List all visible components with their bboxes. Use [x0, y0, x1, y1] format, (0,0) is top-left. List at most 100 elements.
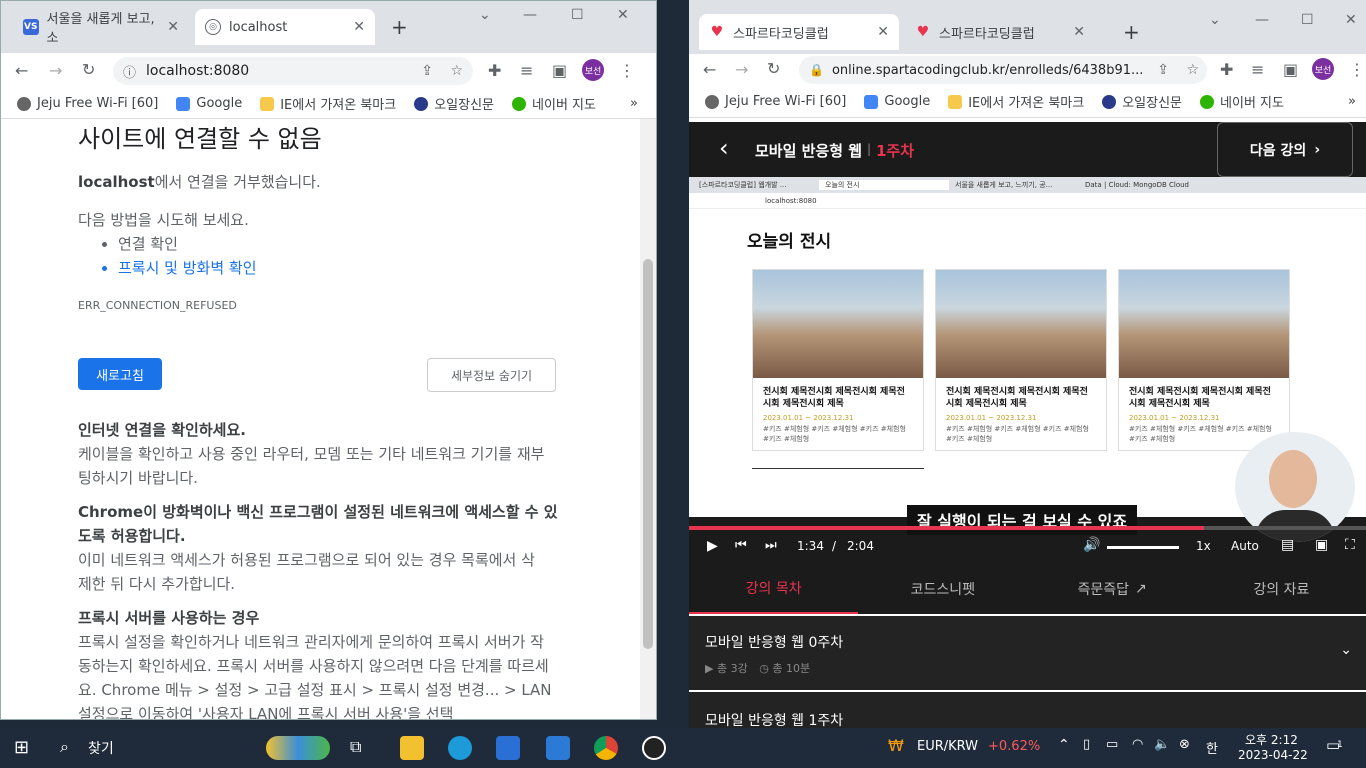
back-chevron-icon[interactable]: ‹: [719, 134, 729, 162]
tab-seoul[interactable]: VS 서울을 새롭게 보고, 소 ✕: [13, 9, 189, 46]
minimize-icon[interactable]: —: [1255, 12, 1269, 28]
currency-pair[interactable]: EUR/KRW: [917, 739, 978, 754]
ime-indicator[interactable]: 한: [1206, 738, 1218, 757]
bookmark-google[interactable]: Google: [176, 96, 242, 111]
volume-icon[interactable]: 🔊: [1083, 537, 1100, 553]
clock-time[interactable]: 오후 2:12: [1245, 731, 1298, 748]
widgets-icon[interactable]: [266, 736, 330, 760]
chrome-icon[interactable]: [594, 736, 618, 760]
vscode-icon[interactable]: [546, 736, 570, 760]
tab-materials[interactable]: 강의 자료: [1197, 564, 1366, 614]
forward-icon[interactable]: →: [49, 61, 62, 80]
next-lecture-button[interactable]: 다음 강의 ›: [1217, 122, 1353, 177]
share-icon[interactable]: ⇪: [1157, 62, 1169, 78]
bookmark-wifi[interactable]: Jeju Free Wi-Fi [60]: [17, 96, 158, 111]
volume-slider[interactable]: [1107, 546, 1179, 549]
mail-icon[interactable]: [496, 736, 520, 760]
speed[interactable]: 1x: [1196, 539, 1211, 553]
back-icon[interactable]: ←: [703, 60, 716, 79]
forward-icon[interactable]: →: [735, 60, 748, 79]
scrollbar[interactable]: [640, 119, 656, 719]
extensions-icon[interactable]: ✚: [1220, 60, 1233, 79]
captions-icon[interactable]: ▤: [1281, 537, 1294, 553]
extensions-icon[interactable]: ✚: [488, 61, 501, 80]
reload-icon[interactable]: ↻: [767, 59, 780, 78]
reload-icon[interactable]: ↻: [82, 60, 95, 79]
bookmark-naver-map[interactable]: 네이버 지도: [512, 94, 596, 113]
chevron-down-icon[interactable]: ⌄: [1340, 642, 1352, 658]
bookmark-folder[interactable]: IE에서 가져온 북마크: [260, 94, 396, 113]
wifi-icon[interactable]: ◠: [1132, 737, 1143, 752]
edge-icon[interactable]: [448, 736, 472, 760]
file-explorer-icon[interactable]: [400, 736, 424, 760]
maximize-icon[interactable]: ☐: [571, 7, 584, 23]
details-button[interactable]: 세부정보 숨기기: [427, 358, 556, 392]
search-icon[interactable]: ⌕: [60, 737, 69, 757]
search-label[interactable]: 찾기: [88, 738, 114, 758]
url-text: online.spartacodingclub.kr/enrolleds/643…: [831, 62, 1144, 78]
bookmark-folder[interactable]: IE에서 가져온 북마크: [948, 92, 1084, 111]
chevron-down-icon[interactable]: ⌄: [1209, 12, 1221, 28]
lesson-section[interactable]: 모바일 반응형 웹 1주차: [689, 692, 1366, 728]
back-icon[interactable]: ←: [15, 61, 28, 80]
close-tab-icon[interactable]: ✕: [167, 19, 179, 35]
close-window-icon[interactable]: ✕: [1345, 12, 1357, 28]
video-player[interactable]: [스파르타코딩클럽] 웹개발 ... 오늘의 전시 서울을 새롭게 보고, 느끼…: [689, 177, 1366, 564]
quality[interactable]: Auto: [1231, 539, 1259, 553]
more-bookmarks-icon[interactable]: »: [630, 96, 638, 111]
progress-track[interactable]: [689, 526, 1366, 530]
sidepanel-icon[interactable]: ▣: [1283, 60, 1298, 79]
bookmark-wifi[interactable]: Jeju Free Wi-Fi [60]: [705, 94, 846, 109]
address-bar[interactable]: 🔒 online.spartacodingclub.kr/enrolleds/6…: [799, 56, 1207, 84]
star-icon[interactable]: ☆: [450, 63, 463, 79]
battery-icon[interactable]: ▭: [1106, 737, 1118, 752]
avatar[interactable]: 보선: [582, 59, 604, 81]
bookmark-naver-map[interactable]: 네이버 지도: [1200, 92, 1284, 111]
tab-snippets[interactable]: 코드스니펫: [858, 564, 1027, 614]
bookmark-newspaper[interactable]: 오일장신문: [1102, 92, 1182, 111]
bookmark-google[interactable]: Google: [864, 94, 930, 109]
close-tab-icon[interactable]: ✕: [1073, 24, 1085, 40]
muted-icon[interactable]: ⊗: [1179, 737, 1190, 752]
lesson-section[interactable]: 모바일 반응형 웹 0주차 ▶ 총 3강 ◷ 총 10분 ⌄: [689, 616, 1366, 690]
minimize-icon[interactable]: —: [523, 7, 537, 23]
close-tab-icon[interactable]: ✕: [353, 19, 365, 35]
address-bar[interactable]: ⓘ localhost:8080 ⇪ ☆: [113, 57, 473, 85]
pip-icon[interactable]: ▣: [1315, 537, 1328, 553]
share-icon[interactable]: ⇪: [421, 63, 433, 79]
close-tab-icon[interactable]: ✕: [877, 24, 889, 40]
star-icon[interactable]: ☆: [1186, 62, 1199, 78]
play-icon[interactable]: ▶: [707, 538, 718, 554]
scrollbar-thumb[interactable]: [643, 259, 653, 649]
windows-start-icon[interactable]: ⊞: [14, 737, 29, 758]
speaker-icon[interactable]: 🔈: [1154, 737, 1170, 752]
bookmark-newspaper[interactable]: 오일장신문: [414, 94, 494, 113]
media-icon[interactable]: ≡: [520, 61, 533, 80]
reload-button[interactable]: 새로고침: [78, 358, 162, 390]
new-tab-icon[interactable]: +: [1123, 20, 1140, 44]
zoom-app-icon[interactable]: [642, 736, 666, 760]
skip-forward-icon[interactable]: ⏭: [765, 538, 777, 553]
tab-qna[interactable]: 즉문즉답 ↗: [1028, 564, 1197, 614]
chevron-down-icon[interactable]: ⌄: [479, 7, 491, 23]
task-view-icon[interactable]: ⧉: [350, 737, 361, 757]
sidepanel-icon[interactable]: ▣: [552, 61, 567, 80]
chevron-up-icon[interactable]: ⌃: [1058, 737, 1070, 753]
new-tab-icon[interactable]: +: [391, 15, 408, 39]
menu-icon[interactable]: ⋮: [1349, 60, 1365, 79]
tab-sparta-active[interactable]: ♥ 스파르타코딩클럽 ✕: [699, 14, 899, 50]
media-icon[interactable]: ≡: [1251, 60, 1264, 79]
close-window-icon[interactable]: ✕: [617, 7, 629, 23]
tab-localhost[interactable]: ◎ localhost ✕: [195, 9, 375, 45]
clock-date[interactable]: 2023-04-22: [1238, 748, 1308, 762]
tray-icon[interactable]: ▯: [1083, 737, 1090, 752]
menu-icon[interactable]: ⋮: [619, 61, 635, 80]
fullscreen-icon[interactable]: ⛶: [1345, 537, 1355, 553]
more-bookmarks-icon[interactable]: »: [1348, 94, 1356, 109]
maximize-icon[interactable]: ☐: [1301, 12, 1314, 28]
proxy-link[interactable]: 프록시 및 방화벽 확인: [118, 256, 631, 280]
skip-back-icon[interactable]: ⏮: [735, 538, 747, 553]
tab-toc[interactable]: 강의 목차: [689, 564, 859, 614]
tab-sparta[interactable]: ♥ 스파르타코딩클럽 ✕: [905, 14, 1095, 50]
avatar[interactable]: 보선: [1312, 58, 1334, 80]
